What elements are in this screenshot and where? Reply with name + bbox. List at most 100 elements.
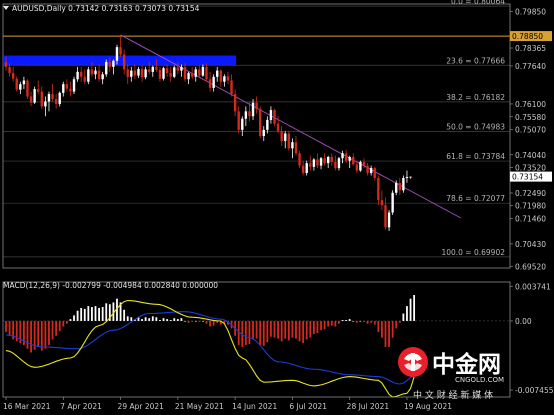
macd-histogram-bar — [144, 317, 147, 321]
macd-histogram-bar — [123, 309, 126, 321]
candle-body — [237, 111, 240, 130]
macd-histogram-bar — [37, 320, 40, 347]
macd-histogram-bar — [291, 320, 294, 338]
candle — [26, 79, 29, 99]
macd-histogram-bar — [98, 307, 100, 321]
macd-histogram-bar — [327, 320, 330, 327]
candle-body — [87, 69, 90, 82]
candle-body — [323, 158, 326, 164]
macd-histogram-bar — [69, 319, 72, 321]
candle-body — [344, 153, 348, 161]
candle-body — [273, 110, 276, 124]
candle-body — [169, 73, 172, 77]
resistance-price-tag: 0.78850 — [510, 31, 552, 42]
candle-body — [137, 68, 140, 76]
watermark-slogan: 中 文 财 经 新 媒 体 — [413, 389, 493, 401]
macd-histogram-bar — [377, 320, 380, 333]
candle-body — [369, 168, 373, 174]
candle-body — [409, 176, 412, 178]
candle-body — [391, 192, 394, 213]
symbol-ohlc-header: AUDUSD,Daily 0.73142 0.73163 0.73073 0.7… — [12, 4, 200, 13]
macd-histogram-bar — [205, 320, 208, 324]
candle-body — [58, 92, 61, 104]
macd-histogram-bar — [391, 320, 394, 338]
candle-body — [51, 94, 54, 99]
macd-histogram-bar — [76, 310, 79, 321]
macd-histogram-bar — [176, 319, 179, 321]
candle-body — [4, 61, 8, 67]
candle-body — [208, 79, 212, 88]
macd-histogram-bar — [51, 320, 54, 340]
candle-body — [280, 131, 283, 141]
candle-body — [269, 110, 273, 120]
macd-histogram-bar — [363, 320, 365, 322]
date-axis-label: 29 Apr 2021 — [118, 402, 165, 411]
macd-histogram-bar — [330, 320, 333, 326]
candle-body — [216, 70, 219, 77]
candle — [72, 76, 76, 95]
price-axis-label: 0.74040 — [515, 151, 546, 160]
candle-body — [341, 153, 344, 159]
candle-body — [230, 80, 233, 95]
candle-body — [198, 69, 201, 76]
candle-body — [251, 102, 255, 117]
candle — [33, 86, 36, 104]
candle-body — [122, 54, 126, 70]
candle-body — [205, 66, 208, 80]
candle-body — [148, 69, 151, 72]
price-axis-label: 0.75070 — [515, 125, 546, 134]
macd-histogram-bar — [295, 320, 297, 339]
macd-histogram-bar — [159, 320, 161, 321]
watermark-cn-text: 中金网 — [432, 351, 501, 378]
macd-histogram-bar — [8, 320, 11, 336]
candle-body — [97, 70, 101, 80]
macd-histogram-bar — [94, 306, 97, 321]
macd-histogram-bar — [58, 320, 61, 332]
candle-body — [112, 60, 115, 67]
macd-histogram-bar — [366, 320, 369, 324]
macd-histogram-bar — [83, 308, 86, 321]
candle-body — [262, 129, 265, 136]
candle-body — [377, 177, 380, 201]
macd-axis-label: 0.00 — [515, 317, 532, 326]
candle-body — [79, 71, 83, 77]
candle-body — [190, 73, 194, 77]
macd-histogram-bar — [270, 320, 272, 337]
macd-histogram-bar — [381, 320, 383, 338]
candle-body — [8, 66, 11, 74]
candle-body — [284, 133, 287, 141]
candle-body — [176, 67, 180, 71]
macd-histogram-bar — [384, 320, 387, 347]
candle-body — [309, 163, 312, 167]
macd-histogram-bar — [5, 320, 7, 333]
fib-level-label: 23.6 = 0.77666 — [446, 56, 505, 65]
price-axis-label: 0.71460 — [515, 214, 546, 223]
candle-body — [180, 66, 183, 71]
macd-histogram-bar — [409, 298, 412, 321]
candle-body — [29, 96, 33, 103]
candle-body — [33, 89, 36, 103]
macd-histogram-bar — [255, 320, 258, 339]
macd-histogram-bar — [126, 316, 129, 321]
macd-histogram-bar — [65, 320, 68, 324]
candle-body — [359, 161, 362, 171]
candle-body — [301, 165, 305, 174]
macd-histogram-bar — [320, 320, 322, 331]
candle-body — [384, 205, 387, 228]
candle-body — [194, 69, 197, 77]
macd-histogram-bar — [341, 320, 344, 321]
svg-text:0.73154: 0.73154 — [512, 173, 543, 182]
macd-histogram-bar — [130, 317, 133, 321]
candle — [162, 66, 165, 81]
macd-histogram-bar — [309, 320, 312, 338]
candle-body — [133, 70, 137, 76]
price-axis-label: 0.72490 — [515, 189, 546, 198]
macd-histogram-bar — [180, 318, 183, 321]
fib-level-label: 38.2 = 0.76182 — [446, 93, 505, 102]
candle-body — [105, 61, 108, 75]
candle-body — [398, 182, 401, 191]
macd-histogram-bar — [191, 320, 194, 322]
macd-histogram-bar — [148, 318, 151, 321]
macd-histogram-bar — [348, 319, 351, 321]
candle-body — [69, 88, 72, 92]
